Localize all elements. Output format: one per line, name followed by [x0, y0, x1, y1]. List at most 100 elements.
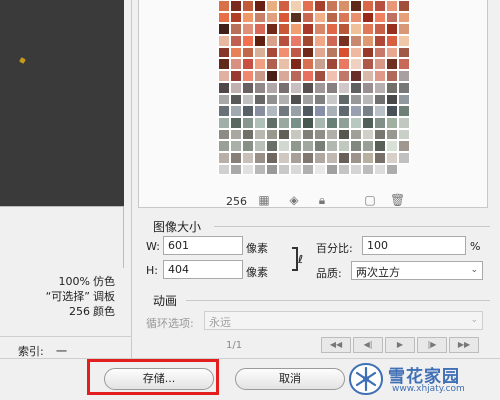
color-swatch[interactable]: [266, 35, 278, 47]
color-swatch[interactable]: [230, 58, 242, 71]
color-swatch[interactable]: [338, 128, 350, 141]
color-swatch[interactable]: [326, 35, 338, 47]
color-swatch[interactable]: [302, 116, 314, 129]
color-swatch[interactable]: [290, 58, 302, 71]
color-swatch[interactable]: [374, 151, 386, 164]
color-swatch[interactable]: [266, 140, 278, 152]
color-swatch[interactable]: [398, 58, 410, 71]
color-swatch[interactable]: [302, 11, 314, 24]
color-swatch[interactable]: [386, 58, 398, 71]
color-swatch[interactable]: [230, 116, 242, 129]
color-swatch[interactable]: [398, 93, 410, 106]
color-swatch[interactable]: [242, 128, 254, 141]
color-swatch[interactable]: [254, 81, 266, 94]
color-swatch[interactable]: [326, 151, 338, 164]
color-swatch[interactable]: [314, 70, 326, 82]
color-swatch[interactable]: [326, 81, 338, 94]
color-swatch[interactable]: [230, 93, 242, 106]
color-swatch[interactable]: [338, 105, 350, 117]
color-swatch[interactable]: [254, 46, 266, 59]
color-swatch[interactable]: [242, 46, 254, 59]
color-swatch[interactable]: [254, 163, 266, 176]
color-swatch[interactable]: [218, 0, 230, 12]
color-swatch[interactable]: [230, 81, 242, 94]
color-swatch[interactable]: [218, 116, 230, 129]
color-swatch[interactable]: [266, 23, 278, 36]
color-swatch[interactable]: [242, 58, 254, 71]
color-swatch[interactable]: [218, 163, 230, 176]
color-swatch[interactable]: [374, 140, 386, 152]
color-swatch[interactable]: [230, 35, 242, 47]
play-button[interactable]: ▶: [385, 337, 415, 353]
color-swatch[interactable]: [326, 93, 338, 106]
color-swatch[interactable]: [362, 35, 374, 47]
color-swatch[interactable]: [218, 140, 230, 152]
color-swatch[interactable]: [338, 35, 350, 47]
color-swatch[interactable]: [350, 0, 362, 12]
color-swatch[interactable]: [314, 116, 326, 129]
color-swatch[interactable]: [218, 35, 230, 47]
color-swatch[interactable]: [230, 128, 242, 141]
color-swatch[interactable]: [338, 23, 350, 36]
color-swatch[interactable]: [230, 105, 242, 117]
color-swatch[interactable]: [398, 81, 410, 94]
color-swatch[interactable]: [398, 140, 410, 152]
color-swatch[interactable]: [230, 0, 242, 12]
color-swatch[interactable]: [386, 116, 398, 129]
color-swatch[interactable]: [278, 105, 290, 117]
color-swatch[interactable]: [362, 81, 374, 94]
color-swatch[interactable]: [398, 105, 410, 117]
color-swatch[interactable]: [290, 11, 302, 24]
height-input[interactable]: 404: [163, 260, 243, 279]
color-swatch[interactable]: [338, 163, 350, 176]
color-swatch[interactable]: [350, 11, 362, 24]
color-swatch[interactable]: [302, 0, 314, 12]
color-swatch[interactable]: [218, 105, 230, 117]
next-frame-button[interactable]: |▶: [417, 337, 447, 353]
color-swatch[interactable]: [242, 70, 254, 82]
color-swatch[interactable]: [266, 93, 278, 106]
color-swatch[interactable]: [290, 0, 302, 12]
color-swatch[interactable]: [254, 11, 266, 24]
color-swatch[interactable]: [338, 81, 350, 94]
color-swatch[interactable]: [266, 163, 278, 176]
color-swatch[interactable]: [302, 81, 314, 94]
color-swatch[interactable]: [326, 140, 338, 152]
color-swatch[interactable]: [230, 23, 242, 36]
color-swatch[interactable]: [278, 23, 290, 36]
color-swatch[interactable]: [302, 35, 314, 47]
color-swatch[interactable]: [302, 140, 314, 152]
color-swatch[interactable]: [278, 81, 290, 94]
color-swatch[interactable]: [338, 93, 350, 106]
color-swatch[interactable]: [278, 35, 290, 47]
color-swatch[interactable]: [290, 35, 302, 47]
cancel-button[interactable]: 取消: [235, 368, 345, 390]
color-swatch[interactable]: [398, 46, 410, 59]
color-swatch[interactable]: [266, 116, 278, 129]
color-swatch[interactable]: [362, 105, 374, 117]
color-swatch[interactable]: [278, 128, 290, 141]
color-swatch[interactable]: [386, 81, 398, 94]
color-swatch[interactable]: [218, 128, 230, 141]
color-swatch[interactable]: [326, 23, 338, 36]
color-swatch[interactable]: [290, 151, 302, 164]
color-swatch[interactable]: [230, 163, 242, 176]
color-swatch[interactable]: [242, 140, 254, 152]
color-swatch[interactable]: [362, 140, 374, 152]
color-swatch[interactable]: [218, 151, 230, 164]
color-swatch[interactable]: [386, 46, 398, 59]
color-swatch[interactable]: [314, 35, 326, 47]
color-swatch[interactable]: [362, 11, 374, 24]
color-swatch[interactable]: [350, 128, 362, 141]
color-swatch[interactable]: [350, 46, 362, 59]
color-swatch[interactable]: [218, 93, 230, 106]
color-swatch[interactable]: [386, 23, 398, 36]
color-swatch[interactable]: [254, 35, 266, 47]
color-swatch[interactable]: [278, 46, 290, 59]
color-swatch[interactable]: [290, 70, 302, 82]
color-swatch[interactable]: [338, 140, 350, 152]
color-swatch[interactable]: [242, 151, 254, 164]
color-swatch[interactable]: [326, 11, 338, 24]
color-swatch[interactable]: [242, 163, 254, 176]
color-swatch[interactable]: [254, 93, 266, 106]
